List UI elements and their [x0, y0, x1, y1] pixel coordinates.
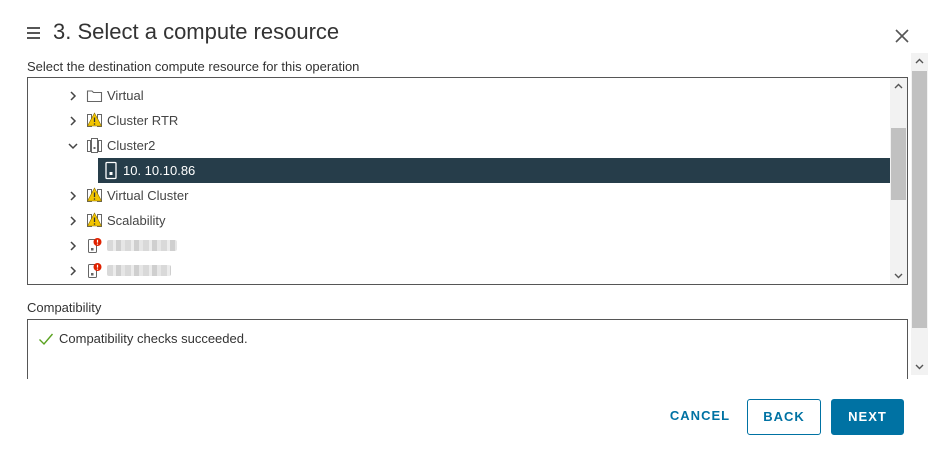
- close-icon[interactable]: [893, 27, 911, 45]
- selected-row-highlight[interactable]: 10. 10.10.86: [98, 158, 890, 183]
- tree-scrollbar-thumb[interactable]: [891, 128, 906, 200]
- folder-icon: [86, 90, 103, 103]
- compatibility-message: Compatibility checks succeeded.: [59, 331, 248, 346]
- tree-item-cluster2[interactable]: Cluster2: [28, 133, 890, 158]
- chevron-right-icon[interactable]: [66, 264, 80, 278]
- dialog-title: 3. Select a compute resource: [53, 19, 340, 44]
- chevron-down-icon[interactable]: [66, 139, 80, 153]
- tree-item-label: Virtual Cluster: [107, 188, 189, 203]
- tree-item-label: Cluster2: [107, 138, 156, 153]
- scroll-up-icon[interactable]: [914, 56, 925, 67]
- tree-item-virtual-cluster[interactable]: Virtual Cluster: [28, 183, 890, 208]
- redacted-host-name: [107, 240, 177, 251]
- host-icon: [105, 161, 117, 180]
- tree-item-label: Virtual: [107, 88, 144, 103]
- tree-item-host-redacted[interactable]: [28, 258, 890, 283]
- tree-item-host-selected[interactable]: 10. 10.10.86: [28, 158, 890, 183]
- tree-item-host-redacted[interactable]: [28, 233, 890, 258]
- chevron-right-icon[interactable]: [66, 239, 80, 253]
- scroll-down-icon[interactable]: [914, 361, 925, 372]
- tree-scrollbar[interactable]: [890, 78, 907, 284]
- tree-item-cluster-rtr[interactable]: Cluster RTR: [28, 108, 890, 133]
- cluster-icon: [87, 138, 102, 153]
- dialog-scrollbar-thumb[interactable]: [912, 71, 927, 328]
- dialog-header: 3. Select a compute resource: [0, 0, 928, 60]
- tree-item-label: 10. 10.10.86: [123, 163, 196, 178]
- chevron-right-icon[interactable]: [66, 89, 80, 103]
- dialog-subtitle: Select the destination compute resource …: [27, 59, 360, 74]
- dialog-scrollbar[interactable]: [911, 53, 928, 375]
- tree-item-virtual[interactable]: Virtual: [28, 83, 890, 108]
- back-button[interactable]: BACK: [747, 399, 821, 435]
- next-button[interactable]: NEXT: [831, 399, 904, 435]
- tree-item-label: Cluster RTR: [107, 113, 179, 128]
- redacted-host-name: [107, 265, 171, 276]
- chevron-right-icon[interactable]: [66, 214, 80, 228]
- hamburger-menu-icon[interactable]: [27, 24, 41, 42]
- host-error-icon: [88, 263, 102, 278]
- cluster-warning-icon: [86, 212, 103, 227]
- scroll-up-icon[interactable]: [893, 81, 904, 92]
- chevron-right-icon[interactable]: [66, 189, 80, 203]
- cluster-warning-icon: [86, 112, 103, 127]
- check-icon: [39, 333, 54, 346]
- tree-item-scalability[interactable]: Scalability: [28, 208, 890, 233]
- host-error-icon: [88, 238, 102, 253]
- cluster-warning-icon: [86, 187, 103, 202]
- tree-item-label: Scalability: [107, 213, 166, 228]
- scroll-down-icon[interactable]: [893, 270, 904, 281]
- compatibility-label: Compatibility: [27, 300, 102, 315]
- cancel-button[interactable]: CANCEL: [662, 399, 738, 435]
- compatibility-panel: Compatibility checks succeeded.: [27, 319, 908, 379]
- chevron-right-icon[interactable]: [66, 114, 80, 128]
- compute-resource-tree[interactable]: Virtual Cluster RTR Cluster2 10. 10.10.8…: [27, 77, 908, 285]
